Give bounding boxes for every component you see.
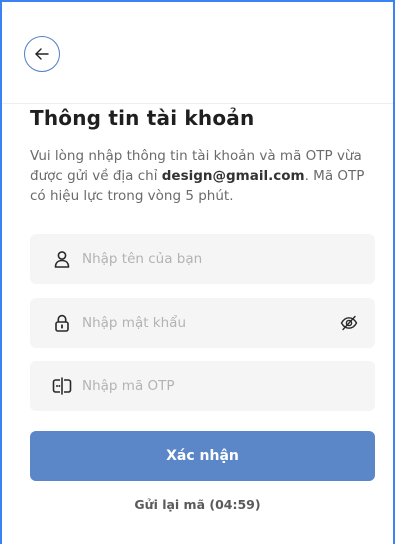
password-field[interactable] (30, 298, 375, 348)
resend-code-link[interactable]: Gửi lại mã (04:59) (0, 497, 395, 512)
email-address: design@gmail.com (161, 168, 305, 184)
lock-icon (50, 311, 74, 335)
description: Vui lòng nhập thông tin tài khoản và mã … (30, 146, 375, 206)
back-button[interactable] (24, 36, 60, 72)
user-icon (50, 247, 74, 271)
name-field[interactable] (30, 234, 375, 284)
eye-off-icon[interactable] (337, 311, 361, 335)
arrow-left-icon (33, 45, 51, 63)
submit-button[interactable]: Xác nhận (30, 431, 375, 481)
otp-field[interactable] (30, 361, 375, 411)
otp-icon (50, 374, 74, 398)
header (2, 2, 393, 104)
page-title: Thông tin tài khoản (30, 106, 255, 130)
app-frame: Thông tin tài khoản Vui lòng nhập thông … (0, 0, 395, 544)
otp-input[interactable] (82, 361, 375, 411)
password-input[interactable] (82, 298, 337, 348)
name-input[interactable] (82, 234, 375, 284)
